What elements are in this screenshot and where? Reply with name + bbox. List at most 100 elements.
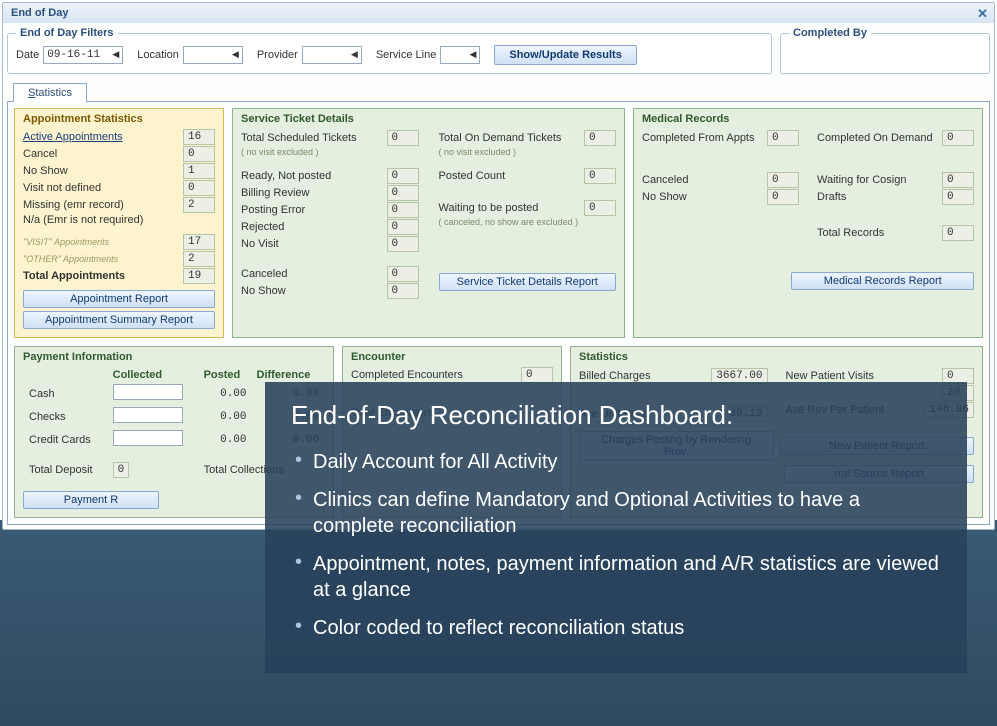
billed-label: Billed Charges (579, 370, 651, 382)
chevron-left-icon[interactable]: ◀ (348, 50, 358, 60)
med-drafts-label: Drafts (817, 191, 846, 203)
cc-posted-value: 0.00 (200, 429, 251, 450)
show-update-button[interactable]: Show/Update Results (494, 45, 636, 65)
missing-value: 2 (183, 197, 215, 213)
serviceline-label: Service Line (376, 49, 437, 61)
svc-waiting-note: ( canceled, no show are excluded ) (439, 217, 617, 227)
svc-perr-value: 0 (387, 202, 419, 218)
med-cosign-value: 0 (942, 172, 974, 188)
checks-collected-input[interactable] (113, 407, 183, 423)
svc-totsched-value: 0 (387, 130, 419, 146)
location-label: Location (137, 49, 179, 61)
noshow-value: 1 (183, 163, 215, 179)
serviceline-dropdown[interactable]: ◀ (440, 46, 480, 64)
svc-billing-label: Billing Review (241, 187, 309, 199)
svc-totsched-note: ( no visit excluded ) (241, 147, 419, 157)
appt-stats-panel: Appointment Statistics Active Appointmen… (14, 108, 224, 338)
location-dropdown[interactable]: ◀ (183, 46, 243, 64)
other-appt-value: 2 (183, 251, 215, 267)
visitnotdef-label: Visit not defined (23, 182, 101, 194)
cash-posted-value: 0.00 (200, 383, 251, 404)
med-title: Medical Records (642, 113, 974, 125)
svc-novisit-value: 0 (387, 236, 419, 252)
diff-header: Difference (253, 369, 323, 381)
med-report-button[interactable]: Medical Records Report (791, 272, 974, 290)
chevron-left-icon[interactable]: ◀ (109, 50, 119, 60)
svc-title: Service Ticket Details (241, 113, 616, 125)
svc-totdemand-value: 0 (584, 130, 616, 146)
missing-label: Missing (emr record) (23, 199, 124, 211)
cancel-value: 0 (183, 146, 215, 162)
med-noshow-label: No Show (642, 191, 687, 203)
svc-rej-label: Rejected (241, 221, 284, 233)
filters-legend: End of Day Filters (16, 27, 118, 39)
date-input[interactable]: 09-16-11 ◀ (43, 46, 123, 64)
svc-postedcount-label: Posted Count (439, 170, 506, 182)
cc-label: Credit Cards (25, 429, 107, 450)
chevron-left-icon[interactable]: ◀ (229, 50, 239, 60)
collected-header: Collected (109, 369, 198, 381)
total-deposit-label: Total Deposit (25, 462, 107, 477)
med-compdemand-label: Completed On Demand (817, 132, 933, 144)
posted-header: Posted (200, 369, 251, 381)
total-deposit-value: 0 (113, 462, 130, 478)
overlay-callout: End-of-Day Reconciliation Dashboard: Dai… (265, 382, 967, 673)
date-value: 09-16-11 (47, 49, 100, 61)
med-compappts-value: 0 (767, 130, 799, 146)
tab-statistics[interactable]: SStatisticstatistics (13, 83, 87, 102)
svc-canceled-value: 0 (387, 266, 419, 282)
checks-posted-value: 0.00 (200, 406, 251, 427)
overlay-bullet: Daily Account for All Activity (291, 443, 941, 481)
total-appt-value: 19 (183, 268, 215, 284)
overlay-bullet: Color coded to reflect reconciliation st… (291, 609, 941, 647)
overlay-heading: End-of-Day Reconciliation Dashboard: (291, 400, 941, 431)
svc-noshow-value: 0 (387, 283, 419, 299)
visit-appt-note: "VISIT" Appointments (23, 237, 109, 247)
svc-noshow-label: No Show (241, 285, 286, 297)
med-compappts-label: Completed From Appts (642, 132, 755, 144)
cc-collected-input[interactable] (113, 430, 183, 446)
med-total-label: Total Records (817, 227, 884, 239)
med-canceled-value: 0 (767, 172, 799, 188)
cash-collected-input[interactable] (113, 384, 183, 400)
svc-postedcount-value: 0 (584, 168, 616, 184)
provider-dropdown[interactable]: ◀ (302, 46, 362, 64)
window-title: End of Day (11, 7, 68, 19)
svc-totdemand-label: Total On Demand Tickets (439, 132, 562, 144)
active-appts-link[interactable]: Active Appointments (23, 131, 123, 143)
appt-summary-report-button[interactable]: Appointment Summary Report (23, 311, 215, 329)
active-appts-value: 16 (183, 129, 215, 145)
enc-title: Encounter (351, 351, 553, 363)
svc-billing-value: 0 (387, 185, 419, 201)
svc-report-button[interactable]: Service Ticket Details Report (439, 273, 617, 291)
svc-ready-value: 0 (387, 168, 419, 184)
other-appt-note: "OTHER" Appointments (23, 254, 118, 264)
visitnotdef-value: 0 (183, 180, 215, 196)
med-compdemand-value: 0 (942, 130, 974, 146)
service-ticket-panel: Service Ticket Details Total Scheduled T… (232, 108, 625, 338)
cash-label: Cash (25, 383, 107, 404)
checks-label: Checks (25, 406, 107, 427)
overlay-bullet: Appointment, notes, payment information … (291, 545, 941, 609)
svc-totdemand-note: ( no visit excluded ) (439, 147, 617, 157)
close-icon[interactable]: ✕ (977, 6, 988, 22)
chevron-left-icon[interactable]: ◀ (466, 50, 476, 60)
med-total-value: 0 (942, 225, 974, 241)
provider-label: Provider (257, 49, 298, 61)
total-appt-label: Total Appointments (23, 270, 125, 282)
payment-report-button[interactable]: Payment R (23, 491, 159, 509)
appt-title: Appointment Statistics (23, 113, 215, 125)
svc-waiting-value: 0 (584, 200, 616, 216)
visit-appt-value: 17 (183, 234, 215, 250)
med-drafts-value: 0 (942, 189, 974, 205)
svc-novisit-label: No Visit (241, 238, 279, 250)
na-label: N/a (Emr is not required) (23, 214, 143, 226)
medical-records-panel: Medical Records Completed From Appts0 Ca… (633, 108, 983, 338)
date-label: Date (16, 49, 39, 61)
appt-report-button[interactable]: Appointment Report (23, 290, 215, 308)
med-cosign-label: Waiting for Cosign (817, 174, 906, 186)
cancel-label: Cancel (23, 148, 57, 160)
svc-canceled-label: Canceled (241, 268, 287, 280)
svc-totsched-label: Total Scheduled Tickets (241, 132, 357, 144)
enc-completed-value: 0 (521, 367, 553, 383)
